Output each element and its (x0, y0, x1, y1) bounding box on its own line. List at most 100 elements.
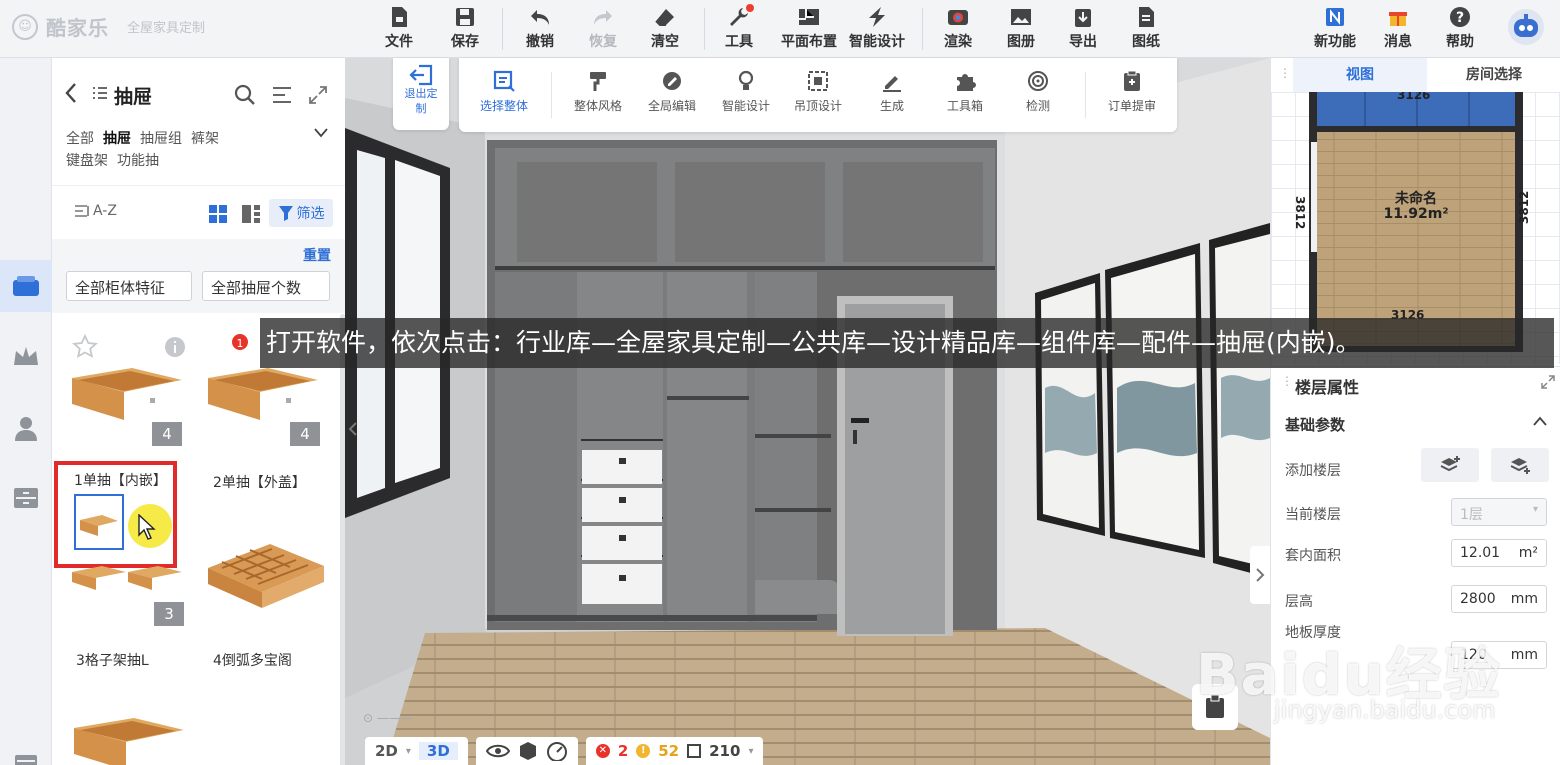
rail-furniture-button[interactable] (0, 472, 52, 524)
new-feature-button[interactable]: 新功能 (1306, 6, 1364, 54)
render-button[interactable]: 渲染 (929, 6, 987, 54)
add-floor-below-button[interactable] (1491, 448, 1549, 482)
tools-button[interactable]: 工具 (710, 4, 768, 54)
generate-icon (883, 76, 901, 92)
lightning-icon (865, 6, 889, 28)
messages-button[interactable]: 消息 (1369, 6, 1427, 54)
filter-button[interactable]: 筛选 (269, 199, 333, 227)
album-button[interactable]: 图册 (992, 6, 1050, 54)
undo-button[interactable]: 撤销 (511, 6, 569, 54)
drawing-button[interactable]: 图纸 (1117, 6, 1175, 54)
drawer-count-dropdown[interactable]: 全部抽屉个数 (202, 271, 330, 301)
floorplan-icon (797, 6, 821, 28)
export-button[interactable]: 导出 (1054, 6, 1112, 54)
floorplan-button[interactable]: 平面布置 (779, 6, 839, 54)
chevron-down-icon[interactable] (314, 128, 328, 138)
help-icon: ? (1448, 6, 1472, 28)
global-edit-icon (663, 72, 681, 90)
floor-height-input[interactable]: 2800 mm (1451, 585, 1547, 613)
rail-user-button[interactable] (0, 402, 52, 454)
file-button[interactable]: 文件 (370, 6, 428, 54)
category-trouser-rack[interactable]: 裤架 (191, 131, 219, 147)
error-count: 2 (617, 742, 629, 760)
generate-button[interactable]: 生成 (857, 70, 927, 114)
smart-design-button[interactable]: 智能设计 (846, 6, 908, 54)
app-logo[interactable]: ☺ 酷家乐 全屋家具定制 (12, 12, 205, 41)
ceiling-design-icon (808, 71, 828, 91)
dim-left: 3812 (1293, 196, 1307, 230)
category-drawer[interactable]: 抽屉 (103, 131, 131, 147)
rail-library-button[interactable] (0, 260, 52, 312)
product-name: 1单抽【内嵌】 (74, 473, 167, 489)
notification-dot (746, 4, 754, 12)
current-floor-select[interactable]: 1层 ▾ (1451, 498, 1547, 526)
tutorial-caption: 打开软件，依次点击：行业库—全屋家具定制—公共库—设计精品库—组件库—配件—抽屉… (260, 318, 1554, 368)
overall-style-button[interactable]: 整体风格 (563, 70, 633, 114)
floor-height-label: 层高 (1285, 594, 1313, 610)
drawer-thumbnail (72, 368, 182, 420)
user-avatar[interactable] (1508, 9, 1544, 45)
detail-view-icon[interactable] (241, 204, 261, 224)
save-button[interactable]: 保存 (436, 6, 494, 54)
clear-button[interactable]: 清空 (636, 6, 694, 54)
inner-area-input[interactable]: 12.01 m² (1451, 539, 1547, 567)
reset-filter-link[interactable]: 重置 (303, 245, 331, 265)
inspect-button[interactable]: 检测 (1003, 70, 1073, 114)
baidu-watermark-url: jingyan.baidu.com (1274, 696, 1496, 724)
undo-icon (528, 6, 552, 28)
layer-add-icon (1510, 458, 1530, 474)
smart-design-mode-button[interactable]: 智能设计 (711, 70, 781, 114)
gauge-icon[interactable] (546, 741, 568, 761)
list-view-icon[interactable] (272, 86, 292, 104)
chevron-up-icon[interactable] (1533, 416, 1547, 426)
category-all[interactable]: 全部 (66, 131, 94, 147)
cube-icon[interactable] (518, 741, 538, 761)
rail-more-button[interactable] (0, 734, 52, 765)
cabinet-library-icon (13, 276, 39, 296)
info-icon[interactable] (164, 336, 186, 358)
tab-room-select[interactable]: 房间选择 (1427, 58, 1560, 92)
sort-button[interactable]: A-Z (74, 203, 117, 219)
expand-icon[interactable] (308, 85, 328, 105)
expand-right-panel-button[interactable] (1250, 546, 1270, 604)
help-button[interactable]: ? 帮助 (1431, 6, 1489, 54)
variant-thumbnail-selected[interactable] (74, 494, 124, 550)
drag-handle-icon[interactable]: ⋮ (1279, 66, 1291, 80)
favorite-star-icon[interactable] (72, 334, 98, 360)
drag-handle-icon[interactable]: ⋮ (1281, 374, 1293, 388)
current-floor-label: 当前楼层 (1285, 507, 1341, 523)
3d-viewport[interactable]: ⊙ ——— (345, 58, 1270, 765)
ceiling-design-button[interactable]: 吊顶设计 (783, 70, 853, 114)
tab-view[interactable]: 视图 (1293, 58, 1427, 92)
category-keyboard-rack[interactable]: 键盘架 (66, 153, 108, 169)
cabinet-feature-dropdown[interactable]: 全部柜体特征 (66, 271, 192, 301)
toolbox-button[interactable]: 工具箱 (930, 70, 1000, 114)
expand-icon[interactable] (1541, 375, 1555, 389)
eye-icon[interactable] (485, 743, 510, 759)
view-3d-button[interactable]: 3D (418, 742, 458, 760)
redo-button[interactable]: 恢复 (574, 6, 632, 54)
rail-premium-button[interactable] (0, 330, 52, 382)
toolbar-divider (704, 8, 705, 50)
global-edit-button[interactable]: 全局编辑 (637, 70, 707, 114)
check-status[interactable]: ✕ 2 ! 52 210 ▾ (585, 737, 764, 765)
customization-mode-toolbar: 选择整体 整体风格 全局编辑 智能设计 吊顶设计 生成 工具箱 检测 订单提审 (459, 58, 1177, 132)
search-icon[interactable] (234, 84, 256, 106)
select-whole-button[interactable]: 选择整体 (469, 70, 539, 114)
basic-params-title: 基础参数 (1285, 416, 1346, 434)
view-2d-button[interactable]: 2D (375, 742, 398, 760)
order-review-button[interactable]: 订单提审 (1097, 70, 1167, 114)
grid-view-icon[interactable] (208, 204, 228, 224)
collapse-panel-button[interactable] (345, 414, 361, 444)
step-number-badge: 1 (230, 332, 250, 352)
back-arrow-icon[interactable] (64, 82, 78, 104)
drawer-cabinet-icon (14, 488, 38, 508)
category-drawer-group[interactable]: 抽屉组 (140, 131, 182, 147)
exit-customization-button[interactable]: 退出定制 (393, 58, 449, 130)
album-icon (1009, 6, 1033, 28)
category-tabs: 全部 抽屉 抽屉组 裤架 键盘架 功能抽 (66, 128, 336, 172)
add-floor-above-button[interactable] (1421, 448, 1479, 482)
category-function-drawer[interactable]: 功能抽 (117, 153, 159, 169)
exit-icon (409, 64, 433, 86)
variant-count-badge: 3 (154, 602, 184, 626)
